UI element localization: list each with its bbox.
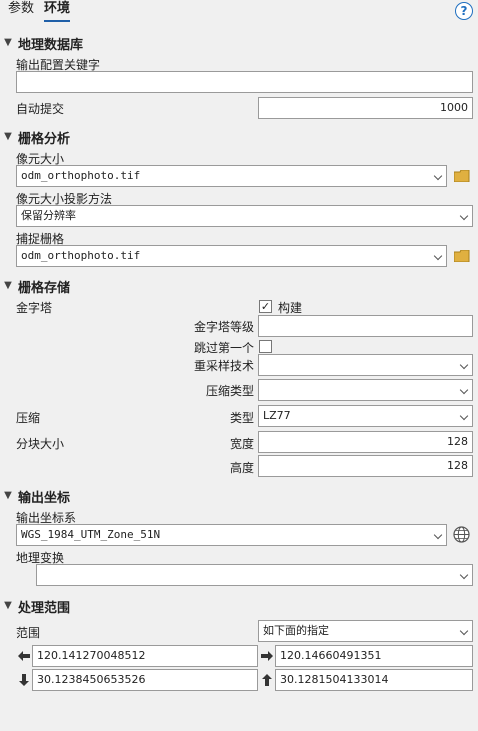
section-output-coordinates[interactable]: 输出坐标 [18,487,70,506]
chevron-down-icon[interactable]: ▼ [3,600,13,611]
compression-type-dropdown[interactable] [258,379,473,401]
section-processing-extent[interactable]: 处理范围 [18,597,70,616]
resampling-label: 重采样技术 [193,359,254,373]
tile-height-input[interactable]: 128 [258,455,473,477]
extent-right-input[interactable]: 120.14660491351 [275,645,473,667]
resampling-dropdown[interactable] [258,354,473,376]
width-label: 宽度 [229,437,254,451]
tile-width-input[interactable]: 128 [258,431,473,453]
skip-first-label: 跳过第一个 [193,341,254,355]
chevron-down-icon[interactable]: ▼ [3,37,13,48]
chevron-down-icon[interactable]: ▼ [3,490,13,501]
pyramid-level-label: 金字塔等级 [193,320,254,334]
chevron-down-icon[interactable]: ▼ [3,131,13,142]
help-icon[interactable]: ? [455,2,473,20]
build-label: 构建 [278,301,303,315]
extent-label: 范围 [16,626,41,640]
section-raster-storage[interactable]: 栅格存储 [18,277,70,296]
extent-bottom-input[interactable]: 30.1238450653526 [32,669,258,691]
compression-type-label: 压缩类型 [205,384,254,398]
section-geodatabase[interactable]: 地理数据库 [18,34,83,53]
arrow-right-icon [261,651,273,661]
section-raster-analysis[interactable]: 栅格分析 [18,128,70,147]
type-label: 类型 [229,411,254,425]
arrow-down-icon [19,674,29,686]
compression-label: 压缩 [16,411,41,425]
pyramid-level-input[interactable] [258,315,473,337]
arrow-up-icon [262,674,272,686]
geo-transform-dropdown[interactable] [36,564,473,586]
cell-size-dropdown[interactable]: odm_orthophoto.tif [16,165,447,187]
extent-dropdown[interactable]: 如下面的指定 [258,620,473,642]
build-pyramid-checkbox[interactable]: ✓ [259,300,272,313]
extent-left-input[interactable]: 120.141270048512 [32,645,258,667]
tile-size-label: 分块大小 [16,437,65,451]
folder-icon[interactable] [454,250,470,262]
folder-icon[interactable] [454,170,470,182]
tab-parameters[interactable]: 参数 [8,0,34,20]
arrow-left-icon [18,651,30,661]
extent-top-input[interactable]: 30.1281504133014 [275,669,473,691]
output-crs-dropdown[interactable]: WGS_1984_UTM_Zone_51N [16,524,447,546]
height-label: 高度 [229,461,254,475]
config-keyword-input[interactable] [16,71,473,93]
projection-method-dropdown[interactable]: 保留分辨率 [16,205,473,227]
snap-raster-dropdown[interactable]: odm_orthophoto.tif [16,245,447,267]
tab-environments[interactable]: 环境 [44,0,71,22]
pyramid-label: 金字塔 [16,301,53,315]
auto-commit-input[interactable]: 1000 [258,97,473,119]
skip-first-checkbox[interactable] [259,340,272,353]
globe-icon[interactable] [453,526,470,543]
chevron-down-icon[interactable]: ▼ [3,280,13,291]
compression-dropdown[interactable]: LZ77 [258,405,473,427]
auto-commit-label: 自动提交 [16,102,65,116]
